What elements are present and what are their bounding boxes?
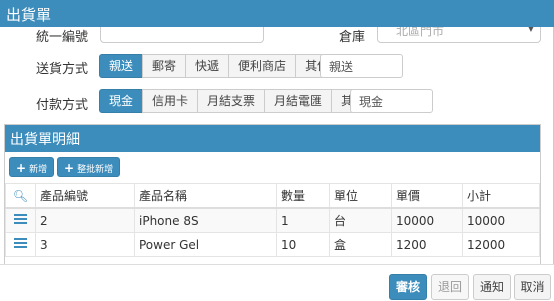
subtotal-cell: 10000 — [462, 207, 540, 233]
shipping-options: 親送 郵寄 快遞 便利商店 其他 — [99, 54, 340, 78]
add-item-label: 新增 — [29, 165, 48, 175]
notify-button[interactable]: 通知 — [473, 274, 511, 300]
shipping-option-convenience-store[interactable]: 便利商店 — [228, 54, 297, 78]
review-button[interactable]: 審核 — [389, 274, 427, 300]
payment-option-monthly-check[interactable]: 月結支票 — [197, 89, 266, 113]
subtotal-cell: 12000 — [462, 232, 540, 257]
details-panel-header: 出貨單明細 — [5, 125, 540, 152]
qty-cell: 1 — [276, 207, 330, 233]
warehouse-label: 倉庫 — [339, 30, 366, 45]
search-icon[interactable]: 🔍︎ — [13, 189, 28, 203]
row-menu-cell[interactable] — [5, 232, 36, 257]
payment-options: 現金 信用卡 月結支票 月結電匯 其他 — [99, 89, 376, 113]
details-table: 🔍︎ 產品編號 產品名稱 數量 單位 單價 小計 2 iPhone 8S 1 台… — [5, 183, 540, 257]
list-icon[interactable] — [14, 236, 27, 250]
table-header-row: 🔍︎ 產品編號 產品名稱 數量 單位 單價 小計 — [5, 183, 540, 209]
list-icon[interactable] — [14, 212, 27, 226]
plus-icon: + — [64, 161, 75, 175]
tax-id-label: 統一編號 — [36, 30, 89, 45]
unit-cell: 盒 — [329, 232, 392, 257]
payment-option-monthly-wire[interactable]: 月結電匯 — [264, 89, 333, 113]
add-item-button[interactable]: + 新增 — [9, 157, 55, 177]
details-title: 出貨單明細 — [10, 132, 80, 148]
column-header-subtotal: 小計 — [462, 183, 540, 209]
product-no-cell: 3 — [35, 232, 135, 257]
dialog-header: 出貨單 — [0, 0, 554, 27]
table-row[interactable]: 3 Power Gel 10 盒 1200 12000 — [5, 232, 540, 257]
unit-cell: 台 — [329, 207, 392, 233]
column-header-qty: 數量 — [276, 183, 330, 209]
tax-id-input[interactable] — [100, 27, 264, 43]
plus-icon: + — [16, 161, 27, 175]
cancel-button[interactable]: 取消 — [514, 274, 551, 300]
column-header-price: 單價 — [391, 183, 463, 209]
price-cell: 1200 — [391, 232, 463, 257]
dialog-title: 出貨單 — [6, 6, 52, 24]
product-name-cell: Power Gel — [134, 232, 277, 257]
qty-cell: 10 — [276, 232, 330, 257]
return-button[interactable]: 退回 — [431, 274, 469, 300]
shipping-option-hand-delivery[interactable]: 親送 — [99, 54, 144, 78]
dialog-footer: 審核 退回 通知 取消 — [0, 264, 554, 301]
details-panel: 出貨單明細 + 新增 + 整批新增 🔍︎ 產品編號 產品名稱 數量 單位 單價 小計 — [4, 124, 541, 264]
product-no-cell: 2 — [35, 207, 135, 233]
column-header-product-name: 產品名稱 — [134, 183, 277, 209]
payment-label: 付款方式 — [36, 98, 89, 113]
payment-option-cash[interactable]: 現金 — [99, 89, 144, 113]
shipping-option-mail[interactable]: 郵寄 — [142, 54, 187, 78]
shipping-option-express[interactable]: 快遞 — [185, 54, 230, 78]
price-cell: 10000 — [391, 207, 463, 233]
table-row[interactable]: 2 iPhone 8S 1 台 10000 10000 — [5, 207, 540, 233]
product-name-cell: iPhone 8S — [134, 207, 277, 233]
batch-add-label: 整批新增 — [77, 165, 114, 175]
table-search-cell[interactable]: 🔍︎ — [5, 183, 36, 209]
payment-option-credit-card[interactable]: 信用卡 — [142, 89, 199, 113]
row-menu-cell[interactable] — [5, 207, 36, 233]
column-header-product-no: 產品編號 — [35, 183, 135, 209]
payment-method-input[interactable] — [350, 89, 433, 113]
dialog-body[interactable]: 統一編號 倉庫 北區門市 ▼ 送貨方式 親送 郵寄 快遞 便利商店 其他 付款方… — [0, 27, 554, 264]
shipping-method-input[interactable] — [320, 54, 403, 78]
column-header-unit: 單位 — [329, 183, 392, 209]
warehouse-value: 北區門市 — [396, 27, 445, 38]
caret-down-icon: ▼ — [527, 27, 534, 33]
warehouse-select[interactable]: 北區門市 ▼ — [377, 27, 541, 43]
batch-add-button[interactable]: + 整批新增 — [57, 157, 121, 177]
shipping-label: 送貨方式 — [36, 62, 89, 77]
